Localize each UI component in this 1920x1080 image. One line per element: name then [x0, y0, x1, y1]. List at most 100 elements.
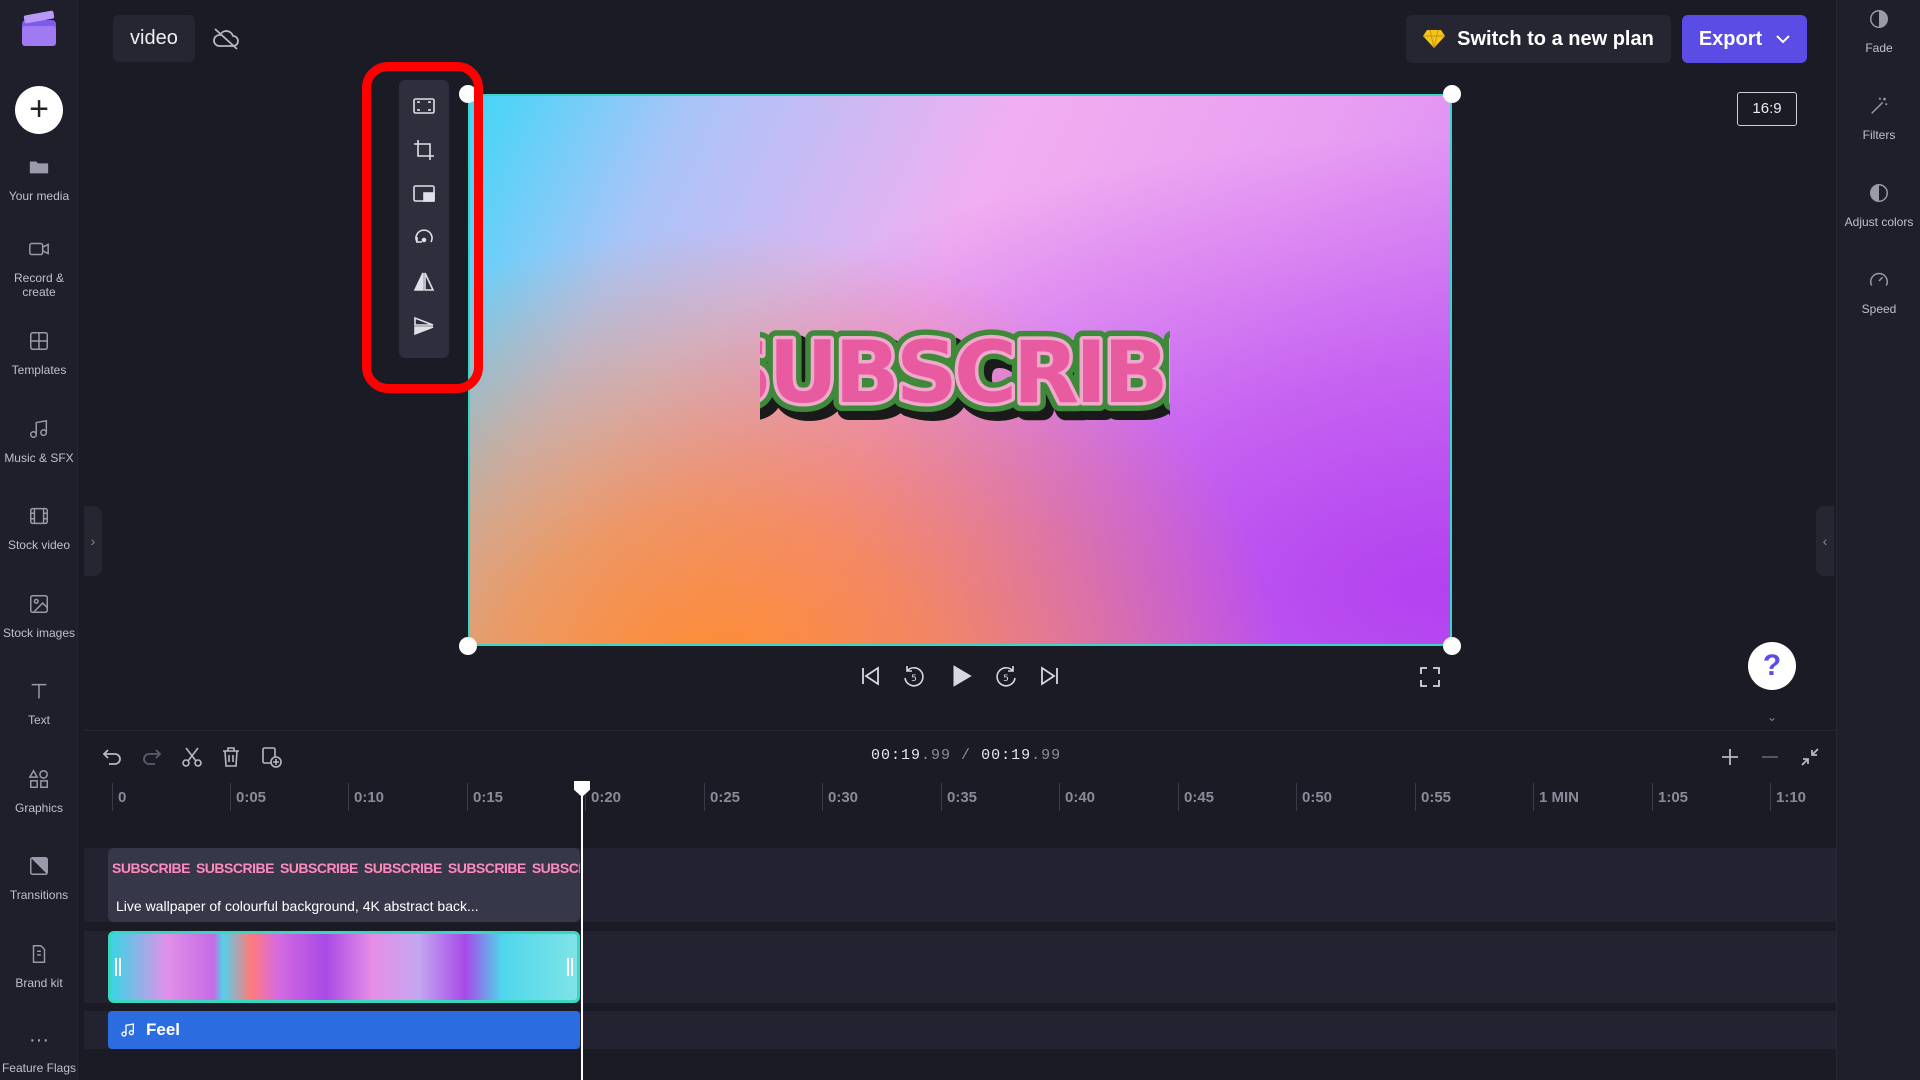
playhead[interactable]	[581, 781, 583, 1080]
trash-icon[interactable]	[219, 745, 243, 769]
sidebar-item-graphics[interactable]: Graphics	[0, 768, 78, 815]
ruler-tick: 0:30	[822, 783, 858, 811]
more-icon: ···	[29, 1029, 49, 1051]
film-icon	[30, 507, 48, 525]
resize-handle-bottom-left[interactable]	[459, 637, 477, 655]
expand-right-panel-button[interactable]: ‹	[1816, 506, 1834, 576]
help-button[interactable]: ?	[1748, 642, 1796, 690]
scissors-icon[interactable]	[180, 745, 204, 769]
property-label: Adjust colors	[1844, 215, 1914, 229]
property-speed[interactable]: Speed	[1837, 269, 1920, 316]
sidebar-item-transitions[interactable]: Transitions	[0, 855, 78, 902]
ruler-tick: 1 MIN	[1533, 783, 1579, 811]
sidebar-item-label: Stock video	[7, 538, 71, 552]
fade-icon	[1870, 10, 1888, 28]
collapse-preview-chevron[interactable]: ⌄	[1748, 710, 1796, 728]
project-title[interactable]: video	[113, 15, 195, 62]
music-icon	[30, 419, 48, 438]
zoom-out-icon[interactable]	[1758, 745, 1782, 769]
ruler-tick: 0:45	[1178, 783, 1214, 811]
sidebar-item-music-sfx[interactable]: Music & SFX	[0, 418, 78, 465]
brand-kit-icon	[32, 945, 46, 963]
sidebar-item-label: Your media	[8, 189, 70, 203]
property-adjust-colors[interactable]: Adjust colors	[1837, 182, 1920, 229]
video-preview[interactable]: SUBSCRIBE SUBSCRIBE SUBSCRIBE SUBSCRIBE	[468, 94, 1452, 646]
current-time: 00:19	[871, 747, 922, 764]
speedometer-icon	[1870, 272, 1888, 286]
resize-handle-top-right[interactable]	[1443, 85, 1461, 103]
clip-trim-handle-right[interactable]	[567, 958, 573, 976]
text-clip-thumbnails: SUBSCRIBE SUBSCRIBE SUBSCRIBE SUBSCRIBE …	[112, 860, 580, 884]
ruler-tick: 0:20	[585, 783, 621, 811]
switch-plan-button[interactable]: Switch to a new plan	[1406, 15, 1671, 63]
audio-clip[interactable]: Feel	[108, 1011, 580, 1049]
subscribe-sticker[interactable]: SUBSCRIBE SUBSCRIBE SUBSCRIBE SUBSCRIBE	[760, 306, 1170, 436]
forward-5-icon[interactable]: 5	[992, 662, 1020, 690]
contrast-icon	[1870, 184, 1888, 202]
property-fade[interactable]: Fade	[1837, 8, 1920, 55]
camera-icon	[29, 242, 49, 256]
sidebar-item-stock-video[interactable]: Stock video	[0, 505, 78, 552]
templates-icon	[30, 332, 48, 350]
ruler-tick: 1:05	[1652, 783, 1688, 811]
expand-left-panel-button[interactable]: ›	[84, 506, 102, 576]
text-clip[interactable]: SUBSCRIBE SUBSCRIBE SUBSCRIBE SUBSCRIBE …	[108, 848, 580, 922]
diamond-icon	[1423, 29, 1446, 49]
video-clip[interactable]	[108, 931, 580, 1003]
switch-plan-label: Switch to a new plan	[1457, 28, 1654, 50]
property-filters[interactable]: Filters	[1837, 95, 1920, 142]
ruler-tick: 0:10	[348, 783, 384, 811]
thumb-text: SUBSCRIBE	[531, 860, 580, 876]
sidebar-item-templates[interactable]: Templates	[0, 330, 78, 377]
clip-trim-handle-left[interactable]	[115, 958, 121, 976]
ruler-tick: 0:25	[704, 783, 740, 811]
sidebar-item-text[interactable]: Text	[0, 680, 78, 727]
undo-icon[interactable]	[100, 745, 124, 769]
sidebar-item-label: Templates	[11, 363, 67, 377]
timeline-ruler[interactable]: 0 0:05 0:10 0:15 0:20 0:25 0:30 0:35 0:4…	[84, 783, 1836, 817]
property-label: Fade	[1865, 41, 1893, 55]
fit-timeline-icon[interactable]	[1798, 745, 1822, 769]
transitions-icon	[30, 857, 48, 875]
timecode-separator: /	[961, 747, 972, 764]
text-clip-label: Live wallpaper of colourful background, …	[116, 898, 479, 914]
play-icon[interactable]	[946, 661, 976, 691]
sidebar-item-label: Graphics	[14, 801, 64, 815]
music-note-icon	[121, 1023, 134, 1037]
svg-text:5: 5	[911, 674, 917, 684]
duplicate-icon[interactable]	[259, 745, 283, 769]
add-button[interactable]: +	[15, 86, 63, 134]
sidebar-item-your-media[interactable]: Your media	[0, 156, 78, 203]
image-icon	[30, 595, 48, 613]
timecode: 00:19.99 / 00:19.99	[871, 747, 1061, 764]
chevron-down-icon	[1776, 35, 1790, 44]
rewind-5-icon[interactable]: 5	[900, 662, 928, 690]
timeline: 00:19.99 / 00:19.99 0 0:05 0:10 0:15 0:2…	[84, 730, 1836, 1080]
left-sidebar: + Your media Record & create Templates M…	[0, 0, 78, 1080]
aspect-ratio-button[interactable]: 16:9	[1737, 92, 1797, 126]
redo-icon[interactable]	[140, 745, 164, 769]
resize-handle-bottom-right[interactable]	[1443, 637, 1461, 655]
property-label: Speed	[1861, 302, 1897, 316]
sidebar-item-feature-flags[interactable]: ··· Feature Flags	[0, 1029, 78, 1075]
sidebar-item-label: Record & create	[13, 271, 65, 299]
skip-forward-icon[interactable]	[1036, 662, 1064, 690]
sidebar-item-record-create[interactable]: Record & create	[0, 238, 78, 299]
skip-back-icon[interactable]	[856, 662, 884, 690]
folder-icon	[29, 161, 49, 174]
fullscreen-icon[interactable]	[1418, 665, 1442, 689]
sidebar-item-label: Text	[27, 713, 50, 727]
export-button[interactable]: Export	[1682, 15, 1807, 63]
svg-text:SUBSCRIBE: SUBSCRIBE	[760, 323, 1170, 423]
thumb-text: SUBSCRIBE	[195, 860, 274, 876]
sidebar-item-stock-images[interactable]: Stock images	[0, 593, 78, 640]
sidebar-item-brand-kit[interactable]: Brand kit	[0, 943, 78, 990]
clipchamp-logo[interactable]	[20, 10, 58, 48]
cloud-off-icon[interactable]	[212, 26, 240, 52]
current-time-frac: .99	[921, 747, 952, 764]
svg-text:5: 5	[1003, 674, 1009, 684]
ruler-tick: 1:10	[1770, 783, 1806, 811]
zoom-in-icon[interactable]	[1718, 745, 1742, 769]
highlight-annotation	[362, 62, 483, 393]
sidebar-item-label: Feature Flags	[1, 1061, 77, 1075]
